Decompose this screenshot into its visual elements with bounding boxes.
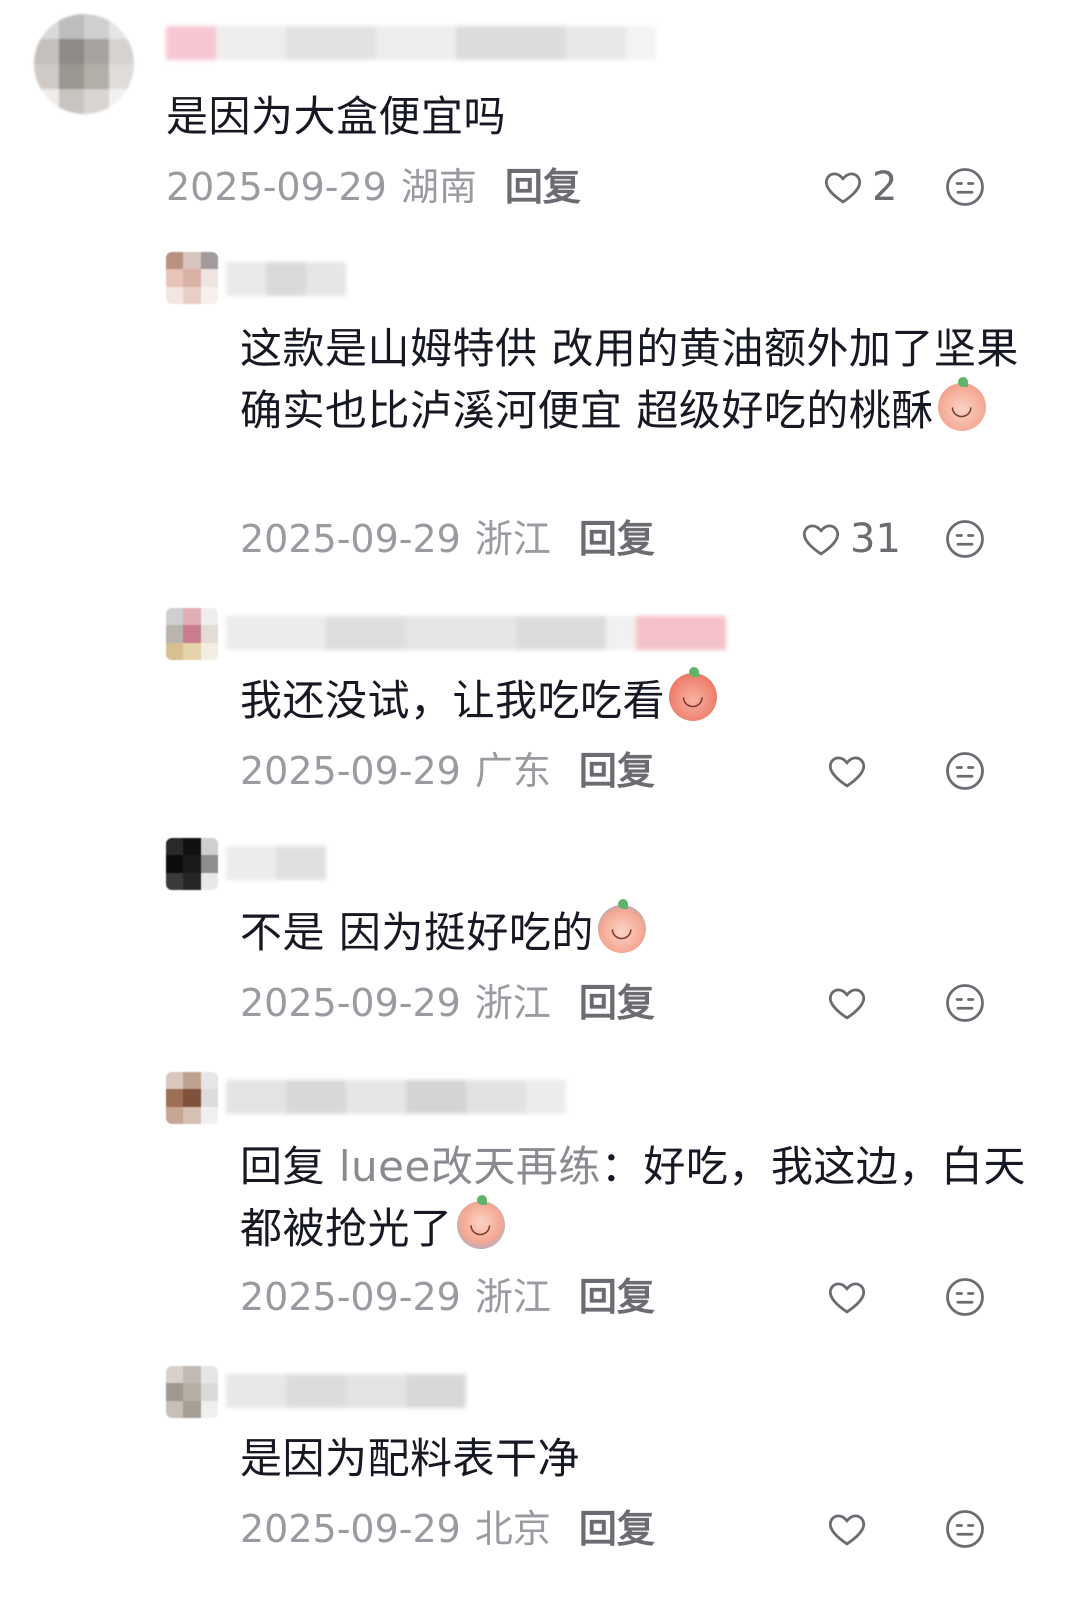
username-blurred[interactable] [226, 1374, 466, 1408]
reply-button[interactable]: 回复 [579, 981, 655, 1025]
avatar[interactable] [166, 608, 218, 660]
username-blurred[interactable] [166, 26, 656, 60]
comment-text: 是因为配料表干净 [240, 1434, 581, 1483]
comment-region: 浙江 [474, 981, 551, 1025]
meh-face-icon[interactable] [944, 982, 986, 1024]
meh-face-icon[interactable] [944, 1276, 986, 1318]
reply-button[interactable]: 回复 [579, 517, 655, 561]
reply-button[interactable]: 回复 [505, 165, 581, 209]
username-blurred[interactable] [226, 262, 346, 296]
avatar[interactable] [166, 252, 218, 304]
reply-target-username[interactable]: luee改天再练 [339, 1142, 601, 1191]
heart-outline-icon [828, 1282, 866, 1314]
comment-text: 是因为大盒便宜吗 [166, 92, 507, 141]
comment-region: 浙江 [474, 1275, 551, 1319]
like-button[interactable] [826, 1506, 876, 1552]
comment-date: 2025-09-29 [166, 165, 387, 209]
like-button[interactable] [826, 748, 876, 794]
avatar[interactable] [166, 1366, 218, 1418]
like-button[interactable] [826, 1274, 876, 1320]
comment-region: 湖南 [400, 165, 477, 209]
username-blurred[interactable] [226, 616, 726, 650]
comment-meta: 2025-09-29 广东 回复 [240, 748, 655, 794]
heart-outline-icon [828, 1514, 866, 1546]
comment-text: 这款是山姆特供 改用的黄油额外加了坚果 确实也比泸溪河便宜 超级好吃的桃酥 [240, 318, 1030, 442]
comment-text: 回复 luee改天再练：好吃，我这边，白天都被抢光了 [240, 1136, 1030, 1260]
avatar[interactable] [34, 14, 134, 114]
peach-sob-icon [456, 1195, 505, 1249]
comment-region: 浙江 [474, 517, 551, 561]
peach-laugh-cry-icon [597, 899, 646, 953]
username-blurred[interactable] [226, 1080, 566, 1114]
comment-meta: 2025-09-29 北京 回复 [240, 1506, 655, 1552]
heart-outline-icon [828, 756, 866, 788]
comment-meta: 2025-09-29 湖南 回复 [166, 164, 581, 210]
heart-outline-icon [824, 172, 862, 204]
peach-smile-icon [937, 377, 986, 431]
reply-button[interactable]: 回复 [579, 749, 655, 793]
comment-date: 2025-09-29 [240, 749, 461, 793]
comment-region: 北京 [474, 1507, 551, 1551]
comment-text: 不是 因为挺好吃的 [240, 899, 1030, 964]
comment-date: 2025-09-29 [240, 1275, 461, 1319]
comment-date: 2025-09-29 [240, 517, 461, 561]
peach-shy-icon [669, 667, 718, 721]
meh-face-icon[interactable] [944, 750, 986, 792]
comment-meta: 2025-09-29 浙江 回复 [240, 516, 655, 562]
like-button[interactable] [826, 980, 876, 1026]
meh-face-icon[interactable] [944, 166, 986, 208]
reply-button[interactable]: 回复 [579, 1275, 655, 1319]
like-count: 2 [872, 164, 898, 210]
heart-outline-icon [802, 524, 840, 556]
reply-prefix: 回复 [240, 1142, 326, 1191]
avatar[interactable] [166, 838, 218, 890]
meh-face-icon[interactable] [944, 518, 986, 560]
comment-text: 我还没试，让我吃吃看 [240, 667, 1030, 732]
heart-outline-icon [828, 988, 866, 1020]
like-button[interactable]: 2 [822, 164, 897, 210]
comment-meta: 2025-09-29 浙江 回复 [240, 1274, 655, 1320]
like-count: 31 [850, 516, 901, 562]
like-button[interactable]: 31 [800, 516, 901, 562]
meh-face-icon[interactable] [944, 1508, 986, 1550]
reply-button[interactable]: 回复 [579, 1507, 655, 1551]
comment-meta: 2025-09-29 浙江 回复 [240, 980, 655, 1026]
avatar[interactable] [166, 1072, 218, 1124]
comment-date: 2025-09-29 [240, 1507, 461, 1551]
username-blurred[interactable] [226, 846, 326, 880]
comment-date: 2025-09-29 [240, 981, 461, 1025]
comment-region: 广东 [474, 749, 551, 793]
